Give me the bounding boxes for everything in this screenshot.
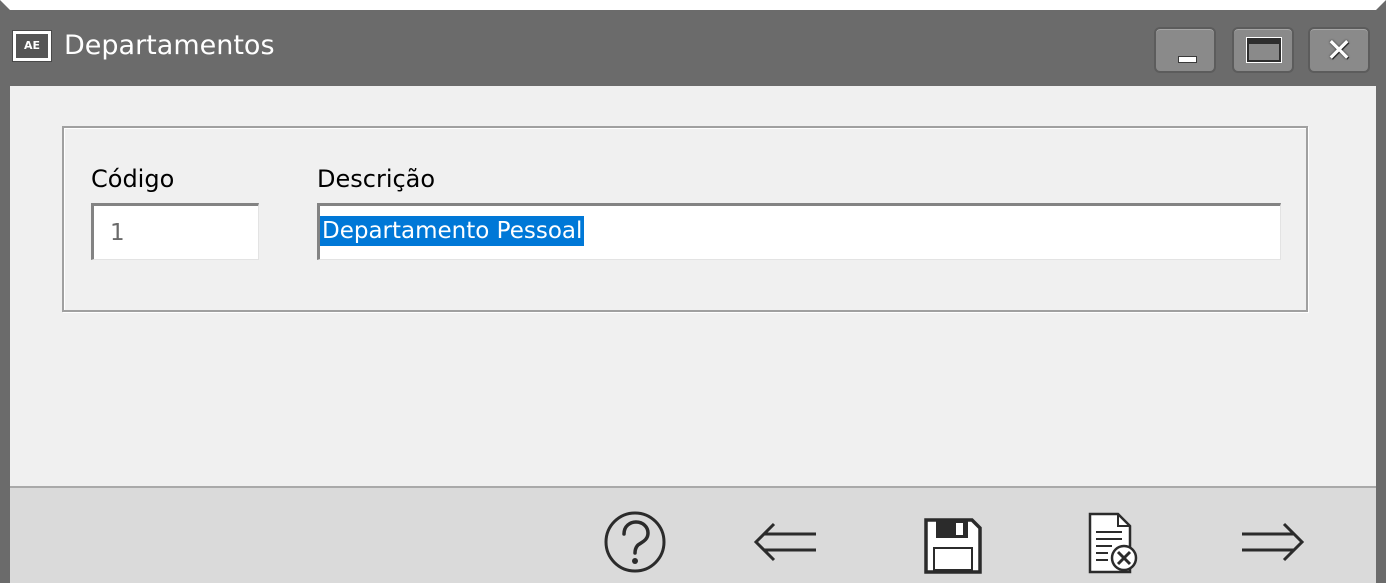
codigo-value: 1	[110, 220, 125, 246]
delete-record-button[interactable]	[1078, 508, 1148, 578]
help-button[interactable]	[600, 508, 670, 578]
app-icon[interactable]: AE	[12, 30, 52, 62]
save-button[interactable]	[916, 508, 986, 578]
previous-arrow-icon	[753, 522, 816, 562]
descricao-label: Descrição	[317, 165, 436, 193]
descricao-field[interactable]: Departamento Pessoal	[317, 203, 1281, 260]
window-title: Departamentos	[64, 30, 275, 61]
minimize-icon	[1178, 56, 1197, 63]
next-button[interactable]	[1238, 508, 1308, 578]
codigo-label: Código	[91, 165, 175, 193]
delete-record-icon	[1088, 512, 1138, 574]
toolbar	[10, 486, 1376, 583]
next-arrow-icon	[1242, 522, 1305, 562]
title-bar[interactable]: AE Departamentos ✕	[10, 10, 1376, 86]
help-icon	[604, 511, 666, 573]
close-button[interactable]: ✕	[1308, 27, 1370, 73]
previous-button[interactable]	[750, 508, 820, 578]
descricao-value: Departamento Pessoal	[320, 216, 585, 246]
save-icon	[924, 518, 982, 574]
maximize-icon	[1247, 38, 1281, 62]
minimize-button[interactable]	[1154, 27, 1216, 73]
codigo-field[interactable]: 1	[91, 203, 259, 260]
app-badge: AE	[16, 34, 48, 58]
maximize-button[interactable]	[1232, 27, 1294, 73]
close-icon: ✕	[1325, 31, 1353, 69]
departamentos-window: AE Departamentos ✕ Código 1 Descrição De…	[0, 0, 1386, 583]
